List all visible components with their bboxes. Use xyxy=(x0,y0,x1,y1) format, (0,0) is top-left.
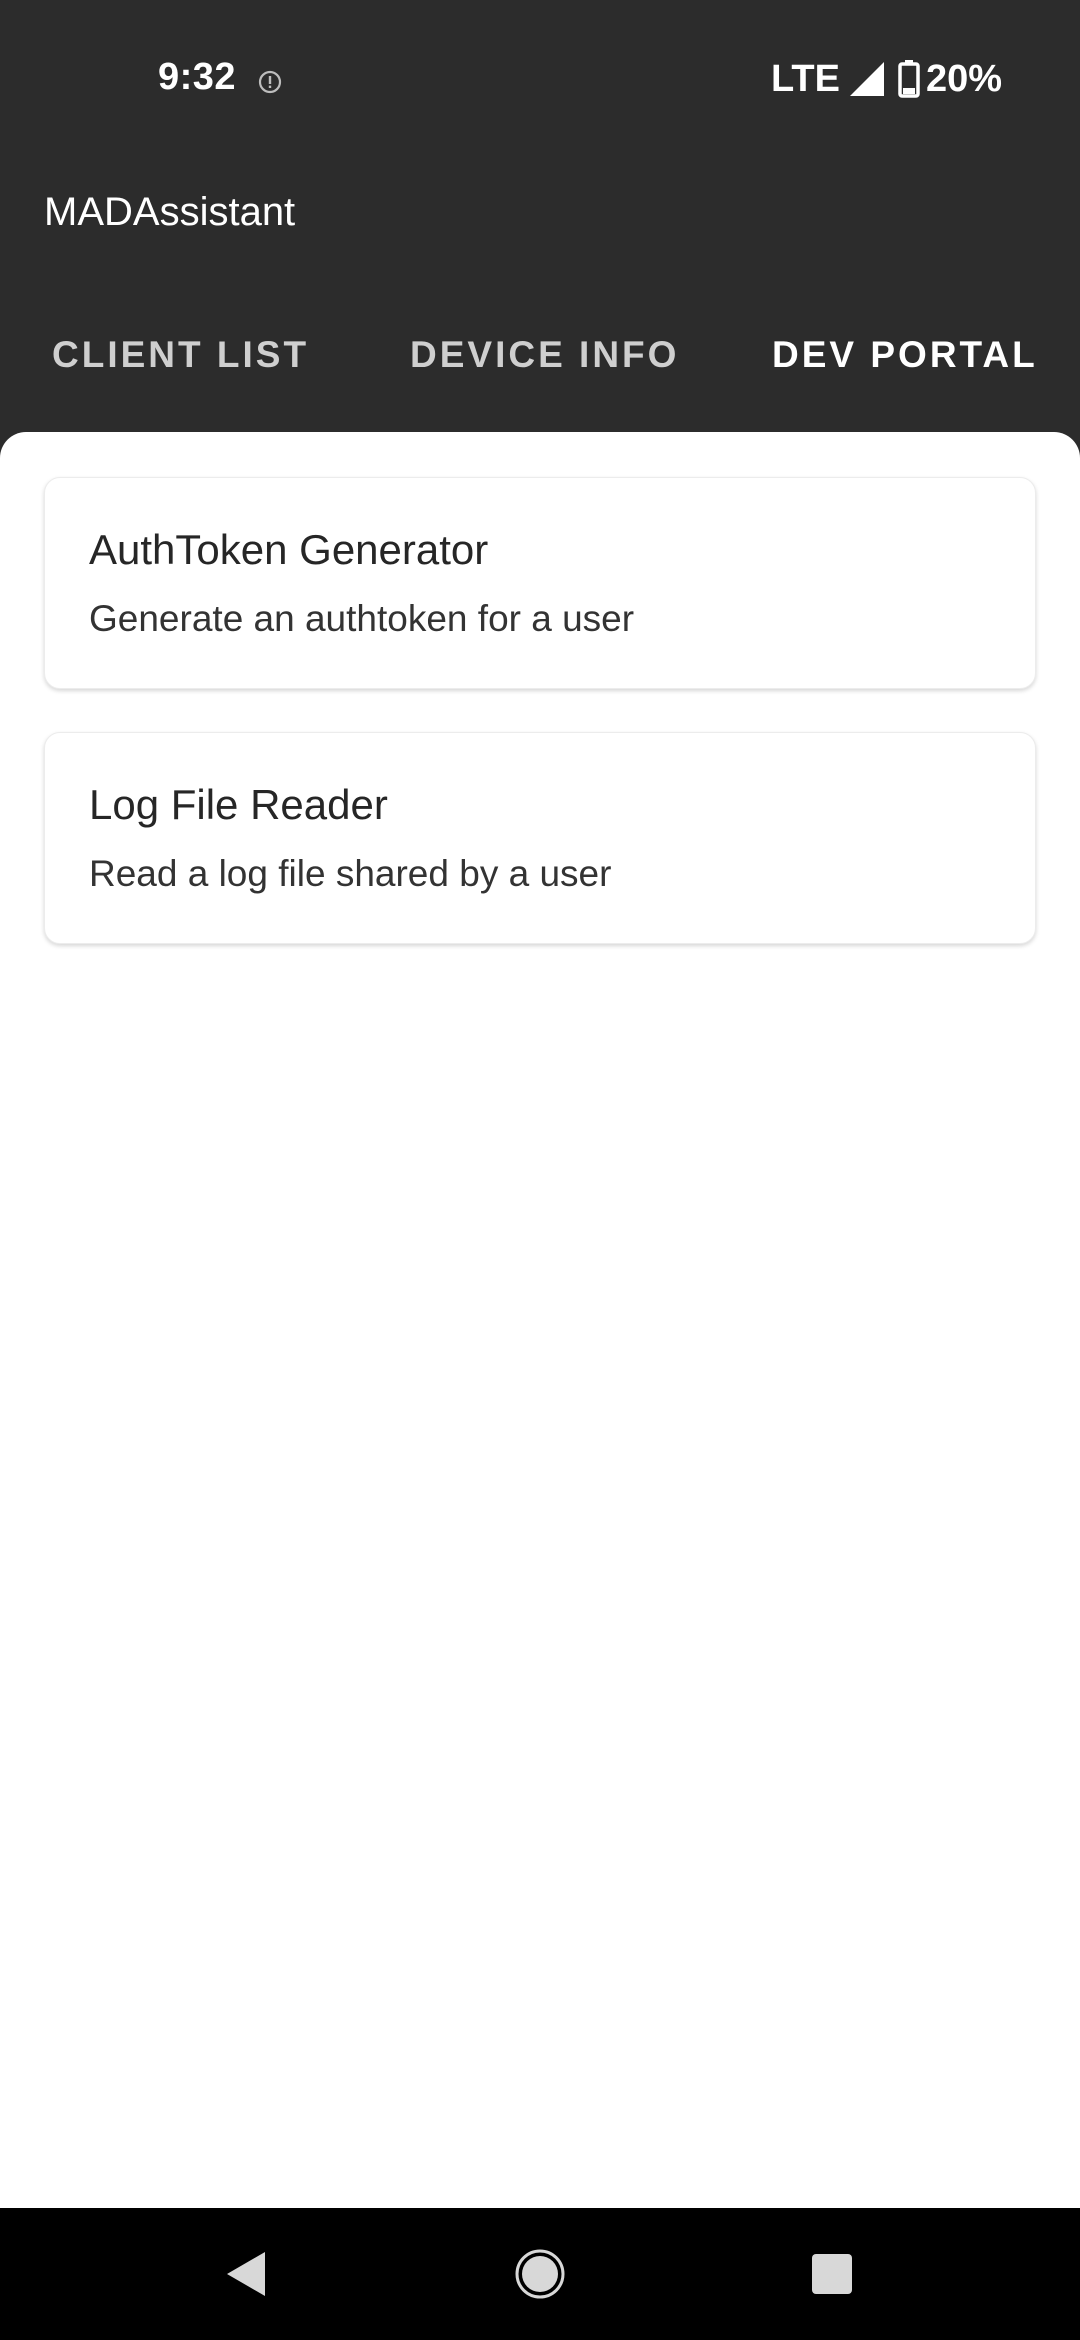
tab-dev-portal[interactable]: DEV PORTAL xyxy=(772,334,1038,376)
content-area: AuthToken Generator Generate an authtoke… xyxy=(0,432,1080,2208)
network-type: LTE xyxy=(770,57,840,100)
back-button[interactable] xyxy=(186,2208,306,2340)
home-icon xyxy=(515,2249,565,2299)
recents-button[interactable] xyxy=(772,2208,892,2340)
tab-device-info[interactable]: DEVICE INFO xyxy=(410,334,679,376)
battery-icon xyxy=(898,60,920,98)
home-button[interactable] xyxy=(480,2208,600,2340)
tab-client-list[interactable]: CLIENT LIST xyxy=(52,334,309,376)
card-title: AuthToken Generator xyxy=(89,526,489,573)
app-title: MADAssistant xyxy=(44,190,296,234)
tab-bar: CLIENT LIST DEVICE INFO DEV PORTAL xyxy=(0,320,1080,430)
card-subtitle: Generate an authtoken for a user xyxy=(89,598,635,639)
alert-icon xyxy=(258,70,282,94)
card-subtitle: Read a log file shared by a user xyxy=(89,853,612,894)
status-indicators: LTE 20% xyxy=(771,56,1002,102)
log-file-reader-card[interactable]: Log File Reader Read a log file shared b… xyxy=(44,732,1036,944)
card-title: Log File Reader xyxy=(89,781,388,828)
status-bar: 9:32 LTE 20% xyxy=(0,0,1080,165)
authtoken-generator-card[interactable]: AuthToken Generator Generate an authtoke… xyxy=(44,477,1036,689)
status-time: 9:32 xyxy=(158,56,237,98)
navigation-bar xyxy=(0,2208,1080,2340)
signal-icon xyxy=(849,62,884,96)
battery-percent: 20% xyxy=(925,57,1002,100)
recents-icon xyxy=(812,2254,852,2294)
back-icon xyxy=(227,2252,265,2296)
